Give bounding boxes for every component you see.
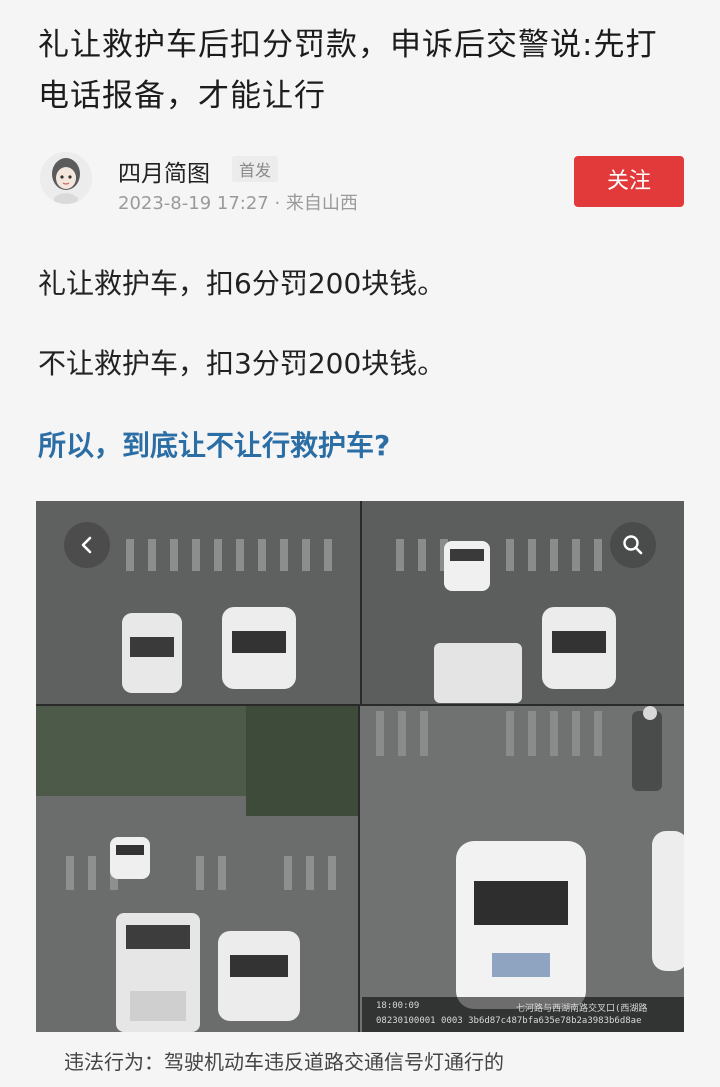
car-white-4: [542, 607, 616, 689]
paragraph-2: 不让救护车，扣3分罚200块钱。: [38, 347, 446, 380]
post-meta: 2023-8-19 17:27 · 来自山西: [118, 193, 358, 214]
camera-composite: [36, 501, 684, 1032]
ambulance: [116, 913, 200, 1032]
car-white-5: [110, 837, 150, 879]
ambulance-roof: [434, 643, 522, 703]
search-button[interactable]: [610, 522, 656, 568]
follow-button[interactable]: 关注: [574, 156, 684, 207]
car-white-1: [122, 613, 182, 693]
paragraph-1: 礼让救护车，扣6分罚200块钱。: [38, 267, 446, 300]
author-avatar[interactable]: [40, 152, 92, 204]
back-button[interactable]: [64, 522, 110, 568]
camera-timestamp: 18:00:09: [376, 1001, 420, 1011]
camera-location: 七河路与西湖南路交叉口(西湖路: [516, 1004, 648, 1014]
article-title: 礼让救护车后扣分罚款，申诉后交警说:先打电话报备，才能让行: [38, 27, 658, 114]
motorcyclist: [632, 706, 662, 791]
car-white-large: [456, 841, 586, 1009]
car-white-3: [444, 541, 490, 591]
traffic-camera-image[interactable]: 18:00:09 七河路与西湖南路交叉口(西湖路 08230100001 000…: [36, 501, 684, 1032]
avatar-illustration: [40, 152, 92, 204]
question-text: 所以，到底让不让行救护车?: [38, 429, 391, 462]
car-white-6: [218, 931, 300, 1021]
search-icon: [623, 535, 643, 555]
car-white-edge: [652, 831, 684, 971]
first-publish-badge: 首发: [232, 156, 279, 182]
violation-caption: 违法行为：驾驶机动车违反道路交通信号灯通行的: [64, 1050, 504, 1074]
chevron-left-icon: [81, 536, 92, 554]
author-name[interactable]: 四月简图: [118, 154, 210, 188]
camera-serial: 08230100001 0003 3b6d87c487bfa635e78b2a3…: [376, 1016, 642, 1026]
car-white-2: [222, 607, 296, 689]
